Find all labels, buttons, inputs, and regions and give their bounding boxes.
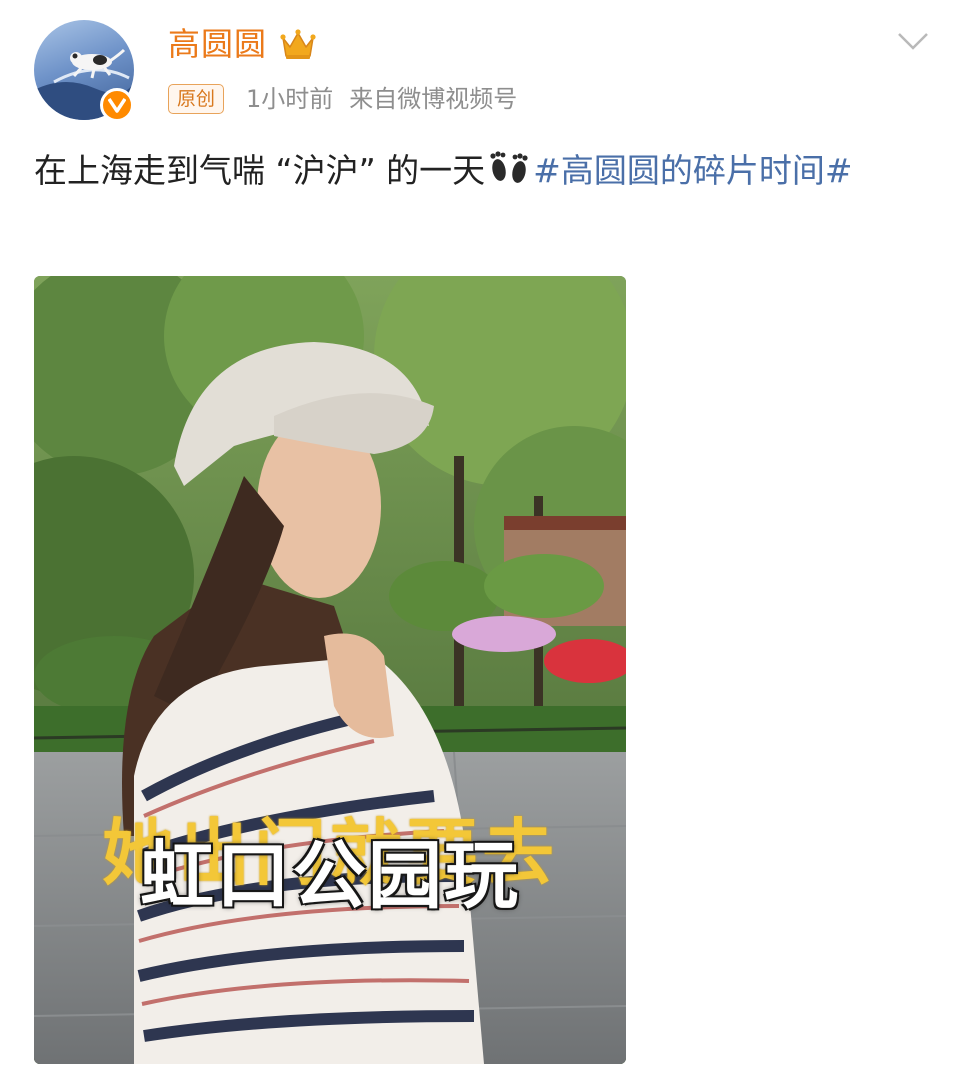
chevron-down-icon[interactable] xyxy=(896,30,930,56)
author-name[interactable]: 高圆圆 xyxy=(168,24,267,64)
post-source[interactable]: 来自微博视频号 xyxy=(349,85,517,113)
verified-badge-icon xyxy=(100,88,134,122)
crown-icon[interactable] xyxy=(280,28,316,66)
video-caption-front: 虹口公园玩 xyxy=(140,833,520,919)
post-meta: 1小时前 来自微博视频号 xyxy=(246,82,517,116)
video-scene-image xyxy=(34,276,626,1064)
video-thumbnail[interactable] xyxy=(34,276,626,1064)
post-body: 在上海走到气喘 “沪沪” 的一天 xyxy=(34,151,486,190)
post-text: 在上海走到气喘 “沪沪” 的一天 #高圆圆的碎片时间# xyxy=(34,146,929,202)
post-time: 1小时前 xyxy=(246,85,334,113)
original-badge: 原创 xyxy=(168,84,225,114)
hashtag-link[interactable]: #高圆圆的碎片时间# xyxy=(533,151,852,190)
footprints-icon xyxy=(487,148,531,202)
